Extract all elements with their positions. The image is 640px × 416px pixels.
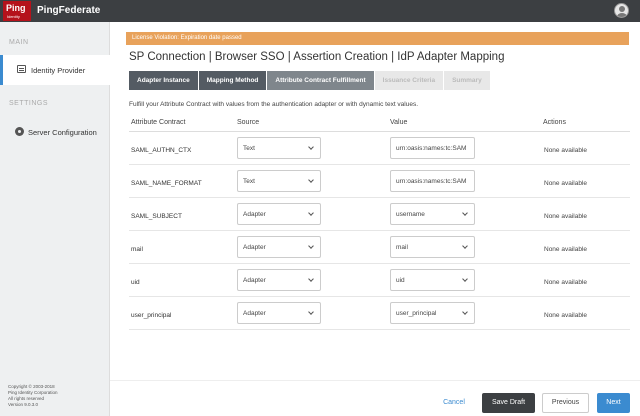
table-row: SAML_AUTHN_CTX Text urn:oasis:names:tc:SAM…: [129, 132, 630, 165]
chevron-down-icon: [308, 210, 314, 216]
attribute-name: SAML_NAME_FORMAT: [131, 180, 202, 187]
chevron-down-icon: [462, 243, 468, 249]
value-select-value: uid: [396, 277, 405, 284]
tab-issuance-criteria[interactable]: Issuance Criteria: [374, 71, 444, 90]
tab-summary[interactable]: Summary: [444, 71, 490, 90]
value-select[interactable]: user_principal: [390, 302, 475, 324]
attribute-name: uid: [131, 279, 140, 286]
cancel-button[interactable]: Cancel: [436, 393, 472, 413]
value-select[interactable]: mail: [390, 236, 475, 258]
source-select-value: Adapter: [243, 277, 266, 284]
chevron-down-icon: [308, 276, 314, 282]
attribute-name: user_principal: [131, 312, 172, 319]
license-alert: License Violation: Expiration date passe…: [126, 32, 629, 45]
sidebar: MAIN Identity Provider SETTINGS Server C…: [0, 22, 110, 416]
column-header-actions: Actions: [543, 119, 566, 126]
intro-text: Fulfill your Attribute Contract with val…: [129, 101, 419, 108]
source-select-value: Adapter: [243, 244, 266, 251]
chevron-down-icon: [308, 309, 314, 315]
source-select[interactable]: Text: [237, 137, 321, 159]
sidebar-section-main: MAIN: [9, 39, 29, 46]
next-button[interactable]: Next: [597, 393, 630, 413]
copyright: Copyright © 2003-2018 Ping Identity Corp…: [8, 384, 58, 408]
wizard-tabs: Adapter Instance Mapping Method Attribut…: [129, 71, 491, 90]
chevron-down-icon: [462, 210, 468, 216]
source-select[interactable]: Text: [237, 170, 321, 192]
table-row: SAML_NAME_FORMAT Text urn:oasis:names:tc:S…: [129, 165, 630, 198]
actions-text: None available: [544, 213, 588, 220]
previous-button[interactable]: Previous: [542, 393, 589, 413]
value-select-value: username: [396, 211, 425, 218]
logo-subtext: Identity: [7, 14, 20, 19]
column-header-value: Value: [390, 119, 408, 126]
value-text: urn:oasis:names:tc:SAM: [396, 178, 467, 185]
tab-mapping-method[interactable]: Mapping Method: [198, 71, 267, 90]
identity-provider-icon: [17, 65, 26, 73]
top-bar: Ping Identity PingFederate: [0, 0, 640, 22]
save-draft-button[interactable]: Save Draft: [482, 393, 535, 413]
table-row: user_principal Adapter user_principal None …: [129, 297, 630, 330]
user-avatar-icon[interactable]: [614, 3, 629, 18]
chevron-down-icon: [308, 144, 314, 150]
sidebar-section-settings: SETTINGS: [9, 100, 49, 107]
footer-divider: [110, 380, 640, 381]
value-select[interactable]: uid: [390, 269, 475, 291]
actions-text: None available: [544, 180, 588, 187]
sidebar-item-server-configuration[interactable]: Server Configuration: [0, 117, 110, 147]
attribute-name: SAML_SUBJECT: [131, 213, 182, 220]
source-select[interactable]: Adapter: [237, 236, 321, 258]
sidebar-item-label: Identity Provider: [31, 66, 86, 75]
table-row: SAML_SUBJECT Adapter username None availabl…: [129, 198, 630, 231]
table-row: uid Adapter uid None available: [129, 264, 630, 297]
source-select-value: Adapter: [243, 310, 266, 317]
table-row: mail Adapter mail None available: [129, 231, 630, 264]
value-text-field[interactable]: urn:oasis:names:tc:SAM: [390, 137, 475, 159]
source-select[interactable]: Adapter: [237, 269, 321, 291]
logo-text: Ping: [6, 3, 26, 13]
version-line: Version 9.0.3.0: [8, 402, 39, 407]
chevron-down-icon: [308, 177, 314, 183]
sidebar-item-identity-provider[interactable]: Identity Provider: [0, 55, 110, 85]
chevron-down-icon: [462, 276, 468, 282]
value-text-field[interactable]: urn:oasis:names:tc:SAM: [390, 170, 475, 192]
tab-adapter-instance[interactable]: Adapter Instance: [129, 71, 198, 90]
actions-text: None available: [544, 312, 588, 319]
actions-text: None available: [544, 246, 588, 253]
product-name: PingFederate: [37, 5, 101, 16]
column-header-source: Source: [237, 119, 260, 126]
attribute-name: mail: [131, 246, 143, 253]
ping-logo[interactable]: Ping Identity: [3, 1, 31, 21]
tab-attribute-contract-fulfillment[interactable]: Attribute Contract Fulfillment: [267, 71, 374, 90]
actions-text: None available: [544, 279, 588, 286]
chevron-down-icon: [308, 243, 314, 249]
source-select-value: Adapter: [243, 211, 266, 218]
source-select-value: Text: [243, 145, 255, 152]
gear-icon: [15, 127, 24, 136]
source-select-value: Text: [243, 178, 255, 185]
value-select[interactable]: username: [390, 203, 475, 225]
value-select-value: mail: [396, 244, 408, 251]
avatar-head: [619, 6, 625, 12]
source-select[interactable]: Adapter: [237, 203, 321, 225]
sidebar-item-label: Server Configuration: [28, 128, 97, 137]
attribute-name: SAML_AUTHN_CTX: [131, 147, 192, 154]
source-select[interactable]: Adapter: [237, 302, 321, 324]
actions-text: None available: [544, 147, 588, 154]
avatar-body: [617, 13, 627, 17]
value-select-value: user_principal: [396, 310, 437, 317]
column-header-attribute-contract: Attribute Contract: [131, 119, 186, 126]
page-title: SP Connection | Browser SSO | Assertion …: [129, 51, 505, 63]
chevron-down-icon: [462, 309, 468, 315]
value-text: urn:oasis:names:tc:SAM: [396, 145, 467, 152]
